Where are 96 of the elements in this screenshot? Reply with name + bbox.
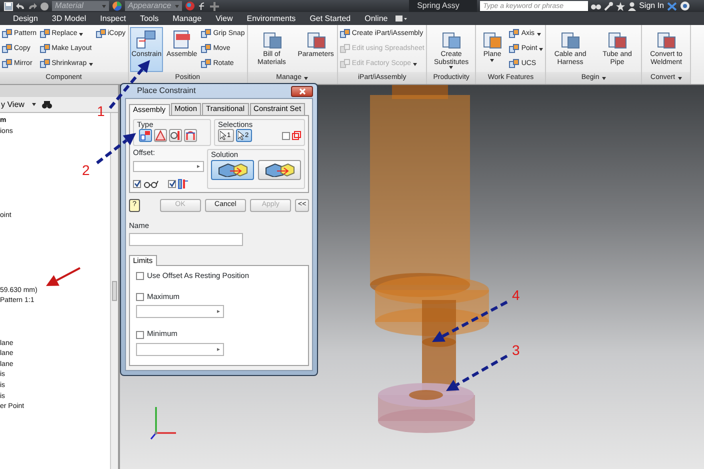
scrollbar[interactable] <box>110 113 118 469</box>
checkbox[interactable] <box>133 180 141 188</box>
caret-icon <box>536 32 541 36</box>
redo-icon[interactable] <box>28 2 37 10</box>
close-button[interactable] <box>291 86 313 96</box>
menu-tab[interactable]: Manage <box>166 12 209 25</box>
tool-icon <box>135 29 158 51</box>
check-icon <box>168 180 176 188</box>
offset-field[interactable] <box>133 160 204 172</box>
caret-icon <box>102 4 106 8</box>
mate-blocks-icon <box>218 162 248 178</box>
color-ball-icon[interactable] <box>185 1 195 11</box>
tool-icon <box>201 29 212 39</box>
sign-in-link[interactable]: Sign In <box>639 1 664 11</box>
annotation-number: 3 <box>512 343 520 357</box>
menu-tab[interactable]: Inspect <box>93 12 133 25</box>
glasses-icon <box>143 180 159 188</box>
overlapping-squares-icon <box>292 131 301 140</box>
caret-icon <box>32 103 36 106</box>
dialog-title: Place Constraint <box>137 86 196 96</box>
color-wheel-icon[interactable] <box>112 1 122 11</box>
constraint-type-button[interactable] <box>169 129 182 142</box>
triangle-icon <box>155 130 166 142</box>
menu-tab[interactable]: Environments <box>240 12 303 25</box>
undo-icon[interactable] <box>16 2 25 10</box>
tool-icon <box>509 29 520 39</box>
pointer-icon <box>238 131 244 140</box>
pointer-icon <box>220 131 226 140</box>
check-icon <box>134 180 140 188</box>
tool-icon <box>340 29 350 39</box>
tool-icon <box>40 59 50 69</box>
checkbox[interactable] <box>136 293 144 302</box>
tool-icon <box>170 29 193 51</box>
star-icon[interactable] <box>616 2 626 10</box>
function-icon[interactable] <box>198 2 207 10</box>
constraint-type-button[interactable] <box>139 129 152 142</box>
menu-tab[interactable]: Tools <box>132 12 166 25</box>
caret-icon <box>79 32 84 36</box>
caret-icon <box>175 4 179 8</box>
tool-icon <box>201 59 212 69</box>
solution-button[interactable] <box>258 160 301 180</box>
caret-icon <box>490 58 494 62</box>
close-icon[interactable] <box>667 2 677 10</box>
dashed-arrow <box>446 354 508 391</box>
tool-icon <box>40 29 50 39</box>
value-field[interactable] <box>136 343 224 356</box>
binoculars-icon[interactable] <box>42 100 52 108</box>
plus-icon[interactable] <box>210 2 219 10</box>
tool-icon <box>2 59 12 69</box>
solution-button[interactable] <box>211 160 254 180</box>
constraint-type-button[interactable] <box>184 129 197 142</box>
save-icon[interactable] <box>4 2 13 10</box>
constraint-type-button[interactable] <box>154 129 167 142</box>
annotation-number: 4 <box>512 288 520 302</box>
tool-icon <box>509 44 520 54</box>
pointer-arrow <box>46 267 80 286</box>
window-icon[interactable] <box>394 15 407 22</box>
caret-icon <box>413 62 418 66</box>
caret-icon <box>449 66 454 70</box>
menu-tab[interactable]: 3D Model <box>44 12 94 25</box>
caret-icon <box>88 62 93 66</box>
tool-icon <box>201 44 212 54</box>
person-icon[interactable] <box>628 2 636 10</box>
offset-bars-icon <box>178 178 188 189</box>
caret-icon <box>678 76 682 80</box>
tool-icon <box>340 44 350 54</box>
annotation-number: 2 <box>82 163 90 177</box>
menu-tab[interactable]: Online <box>358 12 395 25</box>
menu-tab[interactable]: Design <box>6 12 45 25</box>
caret-icon <box>304 76 308 80</box>
checkbox[interactable] <box>136 330 144 339</box>
tool-icon <box>2 44 12 54</box>
flush-blocks-icon <box>264 162 294 178</box>
checkbox[interactable] <box>282 132 290 140</box>
caret-icon <box>602 76 606 80</box>
tool-icon <box>2 29 12 39</box>
tool-icon <box>96 29 106 39</box>
checkbox[interactable] <box>136 272 144 280</box>
name-field[interactable] <box>129 232 243 246</box>
arch-icon <box>185 130 196 142</box>
tool-icon <box>509 59 520 69</box>
circle-bar-icon <box>170 130 181 142</box>
view-dropdown[interactable]: y View <box>1 100 36 110</box>
document-title: Spring Assy <box>409 0 478 12</box>
tool-icon <box>340 59 350 69</box>
tool-icon <box>40 44 50 54</box>
menu-tab[interactable]: View <box>208 12 240 25</box>
menu-tab[interactable]: Get Started <box>302 12 358 25</box>
value-field[interactable] <box>136 305 224 318</box>
checkbox[interactable] <box>168 180 176 188</box>
binoculars-icon[interactable] <box>591 2 602 10</box>
annotation-number: 1 <box>97 104 105 118</box>
caret-icon <box>539 48 544 50</box>
close-icon <box>298 88 306 94</box>
corner-squares-icon <box>140 130 151 142</box>
wrench-icon[interactable] <box>604 2 614 10</box>
